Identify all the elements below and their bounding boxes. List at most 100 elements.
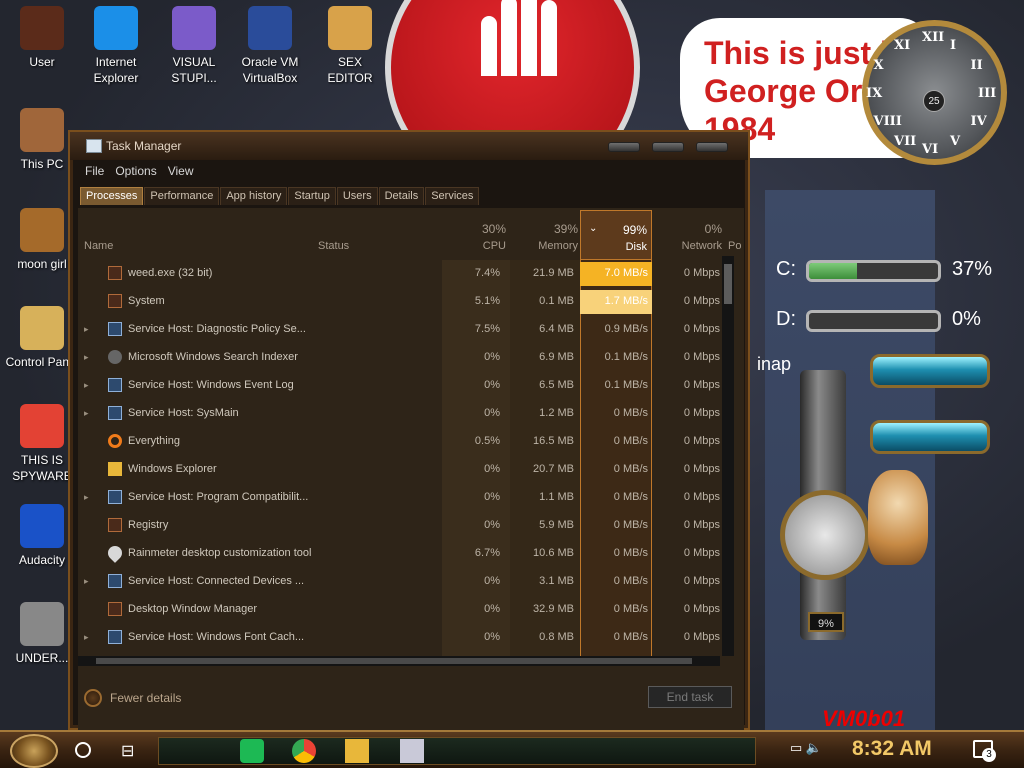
tab-strip: Processes Performance App history Startup Us… xyxy=(80,187,480,205)
process-row[interactable]: ▸ Microsoft Windows Search Indexer 0% 6.… xyxy=(80,344,726,372)
expand-arrow-icon[interactable]: ▸ xyxy=(84,324,89,335)
process-name: Service Host: Program Compatibilit... xyxy=(128,491,309,503)
process-row[interactable]: Everything 0.5% 16.5 MB 0 MB/s 0 Mbps xyxy=(80,428,726,456)
process-row[interactable]: ▸ Service Host: SysMain 0% 1.2 MB 0 MB/s… xyxy=(80,400,726,428)
title-bar[interactable]: Task Manager xyxy=(70,132,748,160)
process-memory: 6.5 MB xyxy=(539,379,574,391)
clock-date: 25 xyxy=(923,90,945,112)
steampunk-clock-widget[interactable]: XII I II III IV V VI VII VIII IX X XI 25 xyxy=(850,14,1020,169)
process-cpu: 7.5% xyxy=(474,323,500,335)
process-row[interactable]: Rainmeter desktop customization tool 6.7… xyxy=(80,540,726,568)
desktop-icon[interactable]: Oracle VM VirtualBox xyxy=(228,6,312,86)
tab-startup[interactable]: Startup xyxy=(288,187,336,205)
process-row[interactable]: Windows Explorer 0% 20.7 MB 0 MB/s 0 Mbp… xyxy=(80,456,726,484)
process-row[interactable]: ▸ Service Host: Connected Devices ... 0%… xyxy=(80,568,726,596)
clock-time[interactable]: 8:32 AM xyxy=(852,737,932,761)
tab-services[interactable]: Services xyxy=(425,187,480,205)
drive-letter: C: xyxy=(776,258,796,280)
column-header-name[interactable]: Name xyxy=(84,240,113,252)
end-task-button[interactable]: End task xyxy=(648,686,732,708)
task-view-icon[interactable]: ⊟ xyxy=(121,741,134,761)
process-name: Service Host: Windows Event Log xyxy=(128,379,294,391)
clock-numeral: IV xyxy=(970,114,987,129)
drive-meter: C: 37% xyxy=(770,254,1000,288)
file-explorer-icon[interactable] xyxy=(345,739,369,763)
scroll-thumb[interactable] xyxy=(724,264,732,304)
process-memory: 10.6 MB xyxy=(533,547,574,559)
search-circle-icon[interactable] xyxy=(75,742,91,758)
scroll-thumb[interactable] xyxy=(96,658,692,664)
horizontal-scrollbar[interactable] xyxy=(78,656,720,666)
process-row[interactable]: ▸ Service Host: Diagnostic Policy Se... … xyxy=(80,316,726,344)
column-header-memory[interactable]: 39% Memory xyxy=(510,210,582,260)
close-button[interactable] xyxy=(696,142,728,152)
task-manager-icon xyxy=(86,139,102,153)
task-manager-window[interactable]: Task Manager File Options View Processes Pe… xyxy=(68,130,750,758)
process-disk: 0 MB/s xyxy=(613,631,648,643)
menu-file[interactable]: File xyxy=(84,162,110,182)
start-button[interactable] xyxy=(10,734,58,768)
expand-arrow-icon[interactable]: ▸ xyxy=(84,576,89,587)
tab-details[interactable]: Details xyxy=(378,187,425,205)
process-disk: 0 MB/s xyxy=(613,547,648,559)
process-network: 0 Mbps xyxy=(683,295,720,307)
process-memory: 0.1 MB xyxy=(539,295,574,307)
process-row[interactable]: weed.exe (32 bit) 7.4% 21.9 MB 7.0 MB/s … xyxy=(80,260,726,288)
process-disk: 1.7 MB/s xyxy=(580,290,652,314)
column-header-cpu[interactable]: 30% CPU xyxy=(442,210,510,260)
process-network: 0 Mbps xyxy=(683,407,720,419)
desktop-icon[interactable]: SEX EDITOR xyxy=(308,6,392,86)
process-network: 0 Mbps xyxy=(683,631,720,643)
notes-app-icon[interactable] xyxy=(240,739,264,763)
process-row[interactable]: Registry 0% 5.9 MB 0 MB/s 0 Mbps xyxy=(80,512,726,540)
desktop-icon-label: SEX EDITOR xyxy=(327,55,373,85)
expand-arrow-icon[interactable]: ▸ xyxy=(84,352,89,363)
process-memory: 16.5 MB xyxy=(533,435,574,447)
chrome-icon[interactable] xyxy=(292,739,316,763)
process-network: 0 Mbps xyxy=(683,351,720,363)
clock-numeral: IX xyxy=(866,86,883,101)
expand-arrow-icon[interactable]: ▸ xyxy=(84,380,89,391)
column-header-power[interactable]: Po xyxy=(728,240,741,252)
process-cpu: 7.4% xyxy=(474,267,500,279)
column-header-label: Memory xyxy=(538,240,578,252)
desktop-icon[interactable]: User xyxy=(0,6,84,70)
task-manager-taskbar-icon[interactable] xyxy=(400,739,424,763)
process-row[interactable]: ▸ Service Host: Windows Font Cach... 0% … xyxy=(80,624,726,652)
menu-options[interactable]: Options xyxy=(114,162,162,182)
process-disk: 0 MB/s xyxy=(613,435,648,447)
desktop-icon[interactable]: Internet Explorer xyxy=(74,6,158,86)
vm-watermark: VM0b01 xyxy=(822,706,906,730)
desktop-icon[interactable]: VISUAL STUPI... xyxy=(152,6,236,86)
notification-count: 3 xyxy=(982,748,996,762)
column-header-disk[interactable]: ⌄ 99% Disk xyxy=(580,210,652,260)
vertical-scrollbar[interactable] xyxy=(722,256,734,656)
column-header-label: Disk xyxy=(625,241,647,253)
chevron-up-icon xyxy=(84,689,102,707)
expand-arrow-icon[interactable]: ▸ xyxy=(84,408,89,419)
tab-processes[interactable]: Processes xyxy=(80,187,144,205)
tray-icons[interactable]: ▭ 🔈 xyxy=(790,740,822,756)
expand-arrow-icon[interactable]: ▸ xyxy=(84,632,89,643)
desktop-icon-graphic xyxy=(248,6,292,50)
column-header-network[interactable]: 0% Network xyxy=(654,210,726,260)
expand-arrow-icon[interactable]: ▸ xyxy=(84,492,89,503)
process-name: Service Host: Windows Font Cach... xyxy=(128,631,305,643)
process-row[interactable]: System 5.1% 0.1 MB 1.7 MB/s 0 Mbps xyxy=(80,288,726,316)
maximize-button[interactable] xyxy=(652,142,684,152)
process-network: 0 Mbps xyxy=(683,379,720,391)
tab-app-history[interactable]: App history xyxy=(220,187,288,205)
process-name: Windows Explorer xyxy=(128,463,217,475)
process-disk: 0 MB/s xyxy=(613,575,648,587)
minimize-button[interactable] xyxy=(608,142,640,152)
process-row[interactable]: ▸ Service Host: Program Compatibilit... … xyxy=(80,484,726,512)
column-header-percent: 30% xyxy=(481,222,506,236)
process-row[interactable]: Desktop Window Manager 0% 32.9 MB 0 MB/s… xyxy=(80,596,726,624)
process-row[interactable]: ▸ Service Host: Windows Event Log 0% 6.5… xyxy=(80,372,726,400)
menu-view[interactable]: View xyxy=(167,162,200,182)
tab-users[interactable]: Users xyxy=(336,187,378,205)
process-name: Service Host: SysMain xyxy=(128,407,239,419)
column-header-status[interactable]: Status xyxy=(318,240,349,252)
tab-performance[interactable]: Performance xyxy=(144,187,220,205)
clock-numeral: VII xyxy=(894,134,917,150)
